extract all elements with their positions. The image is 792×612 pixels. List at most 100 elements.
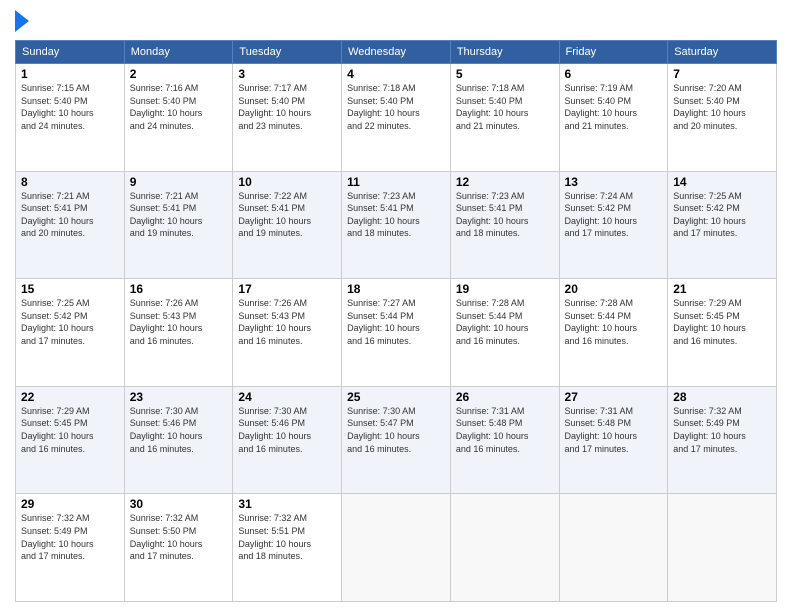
calendar-cell: 19 Sunrise: 7:28 AM Sunset: 5:44 PM Dayl… — [450, 279, 559, 387]
day-info: Sunrise: 7:16 AM Sunset: 5:40 PM Dayligh… — [130, 82, 228, 132]
calendar-cell: 16 Sunrise: 7:26 AM Sunset: 5:43 PM Dayl… — [124, 279, 233, 387]
day-info: Sunrise: 7:27 AM Sunset: 5:44 PM Dayligh… — [347, 297, 445, 347]
calendar-cell: 5 Sunrise: 7:18 AM Sunset: 5:40 PM Dayli… — [450, 64, 559, 172]
day-of-week-header: Monday — [124, 41, 233, 64]
calendar-cell: 6 Sunrise: 7:19 AM Sunset: 5:40 PM Dayli… — [559, 64, 668, 172]
calendar-cell: 14 Sunrise: 7:25 AM Sunset: 5:42 PM Dayl… — [668, 171, 777, 279]
day-number: 8 — [21, 175, 119, 189]
calendar-cell: 30 Sunrise: 7:32 AM Sunset: 5:50 PM Dayl… — [124, 494, 233, 602]
calendar-cell: 2 Sunrise: 7:16 AM Sunset: 5:40 PM Dayli… — [124, 64, 233, 172]
calendar-cell — [450, 494, 559, 602]
logo — [15, 10, 33, 32]
day-info: Sunrise: 7:32 AM Sunset: 5:50 PM Dayligh… — [130, 512, 228, 562]
calendar-cell: 13 Sunrise: 7:24 AM Sunset: 5:42 PM Dayl… — [559, 171, 668, 279]
day-info: Sunrise: 7:20 AM Sunset: 5:40 PM Dayligh… — [673, 82, 771, 132]
calendar: SundayMondayTuesdayWednesdayThursdayFrid… — [15, 40, 777, 602]
day-number: 24 — [238, 390, 336, 404]
day-info: Sunrise: 7:26 AM Sunset: 5:43 PM Dayligh… — [238, 297, 336, 347]
day-number: 29 — [21, 497, 119, 511]
logo-arrow-icon — [15, 10, 29, 32]
day-number: 13 — [565, 175, 663, 189]
day-number: 26 — [456, 390, 554, 404]
day-info: Sunrise: 7:22 AM Sunset: 5:41 PM Dayligh… — [238, 190, 336, 240]
day-info: Sunrise: 7:21 AM Sunset: 5:41 PM Dayligh… — [130, 190, 228, 240]
calendar-cell: 12 Sunrise: 7:23 AM Sunset: 5:41 PM Dayl… — [450, 171, 559, 279]
calendar-cell: 8 Sunrise: 7:21 AM Sunset: 5:41 PM Dayli… — [16, 171, 125, 279]
calendar-cell: 31 Sunrise: 7:32 AM Sunset: 5:51 PM Dayl… — [233, 494, 342, 602]
day-of-week-header: Friday — [559, 41, 668, 64]
day-info: Sunrise: 7:21 AM Sunset: 5:41 PM Dayligh… — [21, 190, 119, 240]
day-number: 17 — [238, 282, 336, 296]
calendar-cell — [559, 494, 668, 602]
day-info: Sunrise: 7:31 AM Sunset: 5:48 PM Dayligh… — [456, 405, 554, 455]
day-number: 3 — [238, 67, 336, 81]
day-info: Sunrise: 7:18 AM Sunset: 5:40 PM Dayligh… — [347, 82, 445, 132]
calendar-cell — [342, 494, 451, 602]
day-number: 10 — [238, 175, 336, 189]
day-number: 1 — [21, 67, 119, 81]
day-number: 4 — [347, 67, 445, 81]
calendar-cell: 3 Sunrise: 7:17 AM Sunset: 5:40 PM Dayli… — [233, 64, 342, 172]
day-info: Sunrise: 7:32 AM Sunset: 5:49 PM Dayligh… — [21, 512, 119, 562]
day-info: Sunrise: 7:29 AM Sunset: 5:45 PM Dayligh… — [21, 405, 119, 455]
calendar-cell: 1 Sunrise: 7:15 AM Sunset: 5:40 PM Dayli… — [16, 64, 125, 172]
day-number: 27 — [565, 390, 663, 404]
calendar-cell: 27 Sunrise: 7:31 AM Sunset: 5:48 PM Dayl… — [559, 386, 668, 494]
calendar-cell: 15 Sunrise: 7:25 AM Sunset: 5:42 PM Dayl… — [16, 279, 125, 387]
page: SundayMondayTuesdayWednesdayThursdayFrid… — [0, 0, 792, 612]
calendar-cell: 17 Sunrise: 7:26 AM Sunset: 5:43 PM Dayl… — [233, 279, 342, 387]
day-info: Sunrise: 7:31 AM Sunset: 5:48 PM Dayligh… — [565, 405, 663, 455]
day-info: Sunrise: 7:19 AM Sunset: 5:40 PM Dayligh… — [565, 82, 663, 132]
calendar-week-row: 15 Sunrise: 7:25 AM Sunset: 5:42 PM Dayl… — [16, 279, 777, 387]
calendar-cell: 21 Sunrise: 7:29 AM Sunset: 5:45 PM Dayl… — [668, 279, 777, 387]
day-number: 21 — [673, 282, 771, 296]
day-info: Sunrise: 7:25 AM Sunset: 5:42 PM Dayligh… — [21, 297, 119, 347]
day-number: 22 — [21, 390, 119, 404]
day-number: 31 — [238, 497, 336, 511]
day-number: 19 — [456, 282, 554, 296]
day-info: Sunrise: 7:26 AM Sunset: 5:43 PM Dayligh… — [130, 297, 228, 347]
day-of-week-header: Tuesday — [233, 41, 342, 64]
day-number: 16 — [130, 282, 228, 296]
day-info: Sunrise: 7:28 AM Sunset: 5:44 PM Dayligh… — [456, 297, 554, 347]
calendar-cell: 25 Sunrise: 7:30 AM Sunset: 5:47 PM Dayl… — [342, 386, 451, 494]
day-number: 9 — [130, 175, 228, 189]
calendar-week-row: 22 Sunrise: 7:29 AM Sunset: 5:45 PM Dayl… — [16, 386, 777, 494]
calendar-header-row: SundayMondayTuesdayWednesdayThursdayFrid… — [16, 41, 777, 64]
day-of-week-header: Thursday — [450, 41, 559, 64]
calendar-week-row: 29 Sunrise: 7:32 AM Sunset: 5:49 PM Dayl… — [16, 494, 777, 602]
day-number: 11 — [347, 175, 445, 189]
day-of-week-header: Saturday — [668, 41, 777, 64]
calendar-cell: 4 Sunrise: 7:18 AM Sunset: 5:40 PM Dayli… — [342, 64, 451, 172]
day-number: 14 — [673, 175, 771, 189]
day-number: 12 — [456, 175, 554, 189]
calendar-cell: 7 Sunrise: 7:20 AM Sunset: 5:40 PM Dayli… — [668, 64, 777, 172]
day-of-week-header: Wednesday — [342, 41, 451, 64]
day-info: Sunrise: 7:23 AM Sunset: 5:41 PM Dayligh… — [347, 190, 445, 240]
day-number: 2 — [130, 67, 228, 81]
day-info: Sunrise: 7:29 AM Sunset: 5:45 PM Dayligh… — [673, 297, 771, 347]
day-info: Sunrise: 7:17 AM Sunset: 5:40 PM Dayligh… — [238, 82, 336, 132]
day-number: 7 — [673, 67, 771, 81]
day-info: Sunrise: 7:30 AM Sunset: 5:46 PM Dayligh… — [130, 405, 228, 455]
day-number: 5 — [456, 67, 554, 81]
day-info: Sunrise: 7:18 AM Sunset: 5:40 PM Dayligh… — [456, 82, 554, 132]
calendar-cell: 9 Sunrise: 7:21 AM Sunset: 5:41 PM Dayli… — [124, 171, 233, 279]
day-number: 20 — [565, 282, 663, 296]
day-number: 30 — [130, 497, 228, 511]
calendar-week-row: 1 Sunrise: 7:15 AM Sunset: 5:40 PM Dayli… — [16, 64, 777, 172]
day-info: Sunrise: 7:23 AM Sunset: 5:41 PM Dayligh… — [456, 190, 554, 240]
calendar-cell — [668, 494, 777, 602]
day-number: 6 — [565, 67, 663, 81]
calendar-cell: 26 Sunrise: 7:31 AM Sunset: 5:48 PM Dayl… — [450, 386, 559, 494]
day-info: Sunrise: 7:32 AM Sunset: 5:49 PM Dayligh… — [673, 405, 771, 455]
calendar-cell: 18 Sunrise: 7:27 AM Sunset: 5:44 PM Dayl… — [342, 279, 451, 387]
calendar-cell: 23 Sunrise: 7:30 AM Sunset: 5:46 PM Dayl… — [124, 386, 233, 494]
calendar-cell: 11 Sunrise: 7:23 AM Sunset: 5:41 PM Dayl… — [342, 171, 451, 279]
day-info: Sunrise: 7:30 AM Sunset: 5:46 PM Dayligh… — [238, 405, 336, 455]
day-info: Sunrise: 7:24 AM Sunset: 5:42 PM Dayligh… — [565, 190, 663, 240]
day-info: Sunrise: 7:28 AM Sunset: 5:44 PM Dayligh… — [565, 297, 663, 347]
calendar-cell: 24 Sunrise: 7:30 AM Sunset: 5:46 PM Dayl… — [233, 386, 342, 494]
day-info: Sunrise: 7:30 AM Sunset: 5:47 PM Dayligh… — [347, 405, 445, 455]
day-number: 25 — [347, 390, 445, 404]
